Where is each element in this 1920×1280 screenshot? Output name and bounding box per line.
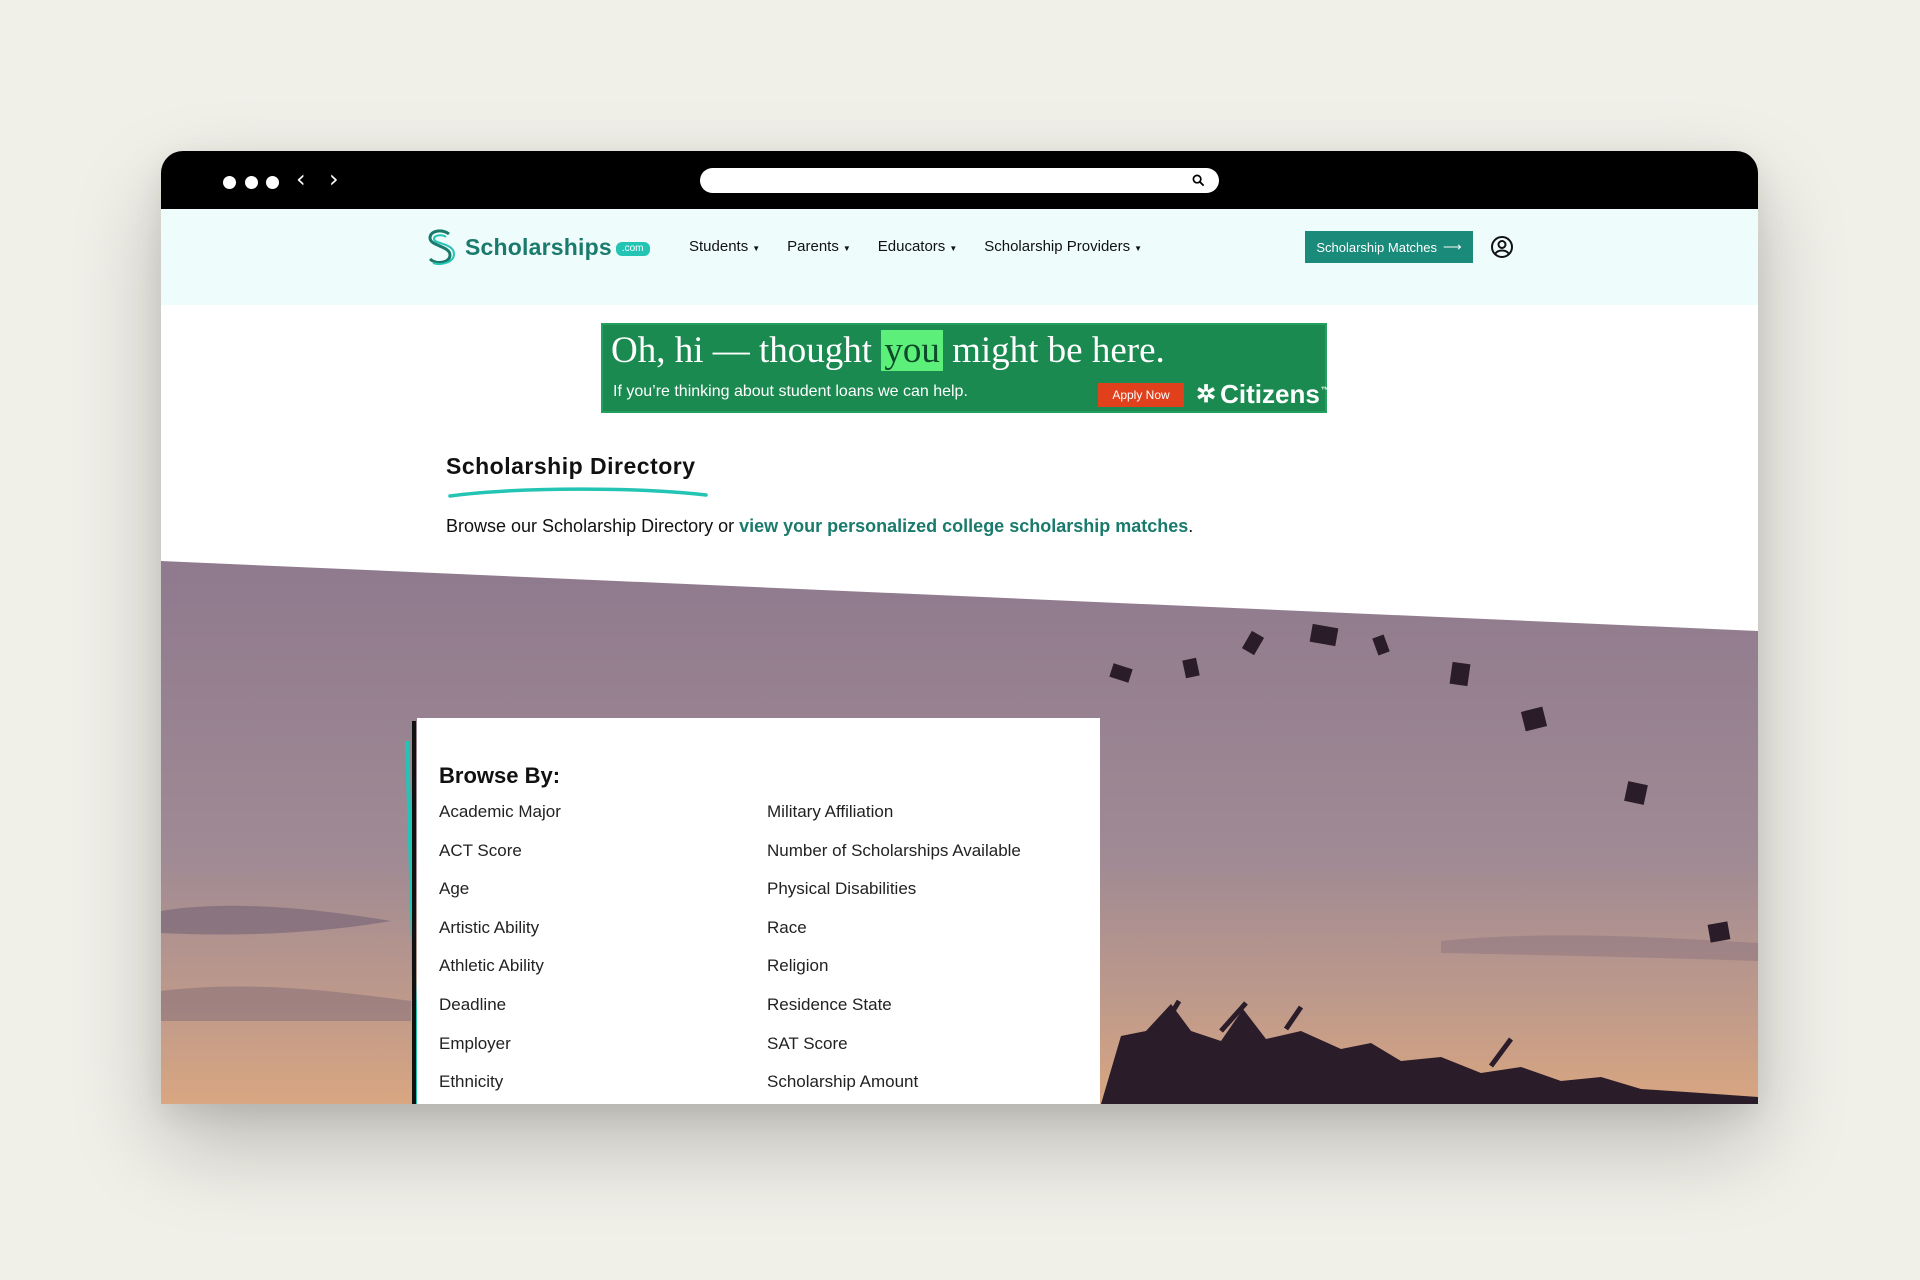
browse-link-religion[interactable]: Religion [767,956,1021,995]
logo-wordmark: Scholarships [465,233,612,260]
nav-educators[interactable]: Educators ▼ [878,238,957,255]
browse-link-military-affiliation[interactable]: Military Affiliation [767,802,1021,841]
nav-parents[interactable]: Parents ▼ [787,238,851,255]
window-dot[interactable] [266,176,279,189]
nav-label: Scholarship Providers [984,238,1131,255]
browse-column-left: Academic Major ACT Score Age Artistic Ab… [439,802,561,1104]
browse-link-employer[interactable]: Employer [439,1034,561,1073]
ad-headline-highlight: you [881,330,943,371]
button-label: Scholarship Matches [1316,239,1438,255]
logo-suffix: .com [615,242,650,256]
nav-scholarship-providers[interactable]: Scholarship Providers ▼ [984,238,1142,255]
directory-intro: Browse our Scholarship Directory or view… [446,516,1193,537]
personalized-matches-link[interactable]: view your personalized college scholarsh… [739,516,1188,536]
citizens-logo: ✲ Citizens ™ [1196,379,1330,410]
ad-headline: Oh, hi — thought you might be here. [611,329,1165,372]
browse-link-scholarship-amount[interactable]: Scholarship Amount [767,1072,1021,1104]
caret-down-icon: ▼ [842,243,851,253]
title-underline [448,487,708,498]
browse-link-act-score[interactable]: ACT Score [439,841,561,880]
page-title: Scholarship Directory [446,453,696,479]
browser-window: ‹ › Scholarships .com Students ▼ Parents ▼ [161,151,1758,1104]
citizens-ad-banner[interactable]: Oh, hi — thought you might be here. If y… [601,323,1330,413]
ad-headline-end: might be here. [952,330,1165,371]
main-nav: Students ▼ Parents ▼ Educators ▼ Scholarshi… [689,238,1169,255]
intro-text: Browse our Scholarship Directory or [446,516,740,536]
nav-label: Students [689,238,749,255]
browse-link-age[interactable]: Age [439,879,561,918]
ad-brand-tm: ™ [1320,385,1330,395]
arrow-right-icon: ⟶ [1443,239,1462,254]
logo-s-icon [428,229,455,265]
address-bar[interactable] [700,168,1219,193]
nav-label: Parents [787,238,839,255]
browse-by-card: Browse By: Academic Major ACT Score Age … [417,718,1100,1104]
caret-down-icon: ▼ [752,243,761,253]
browser-chrome: ‹ › [161,151,1758,209]
window-dot[interactable] [223,176,236,189]
browse-link-race[interactable]: Race [767,918,1021,957]
ad-apply-now-button[interactable]: Apply Now [1098,383,1184,407]
intro-end: . [1188,516,1194,536]
ad-brand-name: Citizens [1220,379,1320,409]
user-account-icon[interactable] [1490,235,1514,259]
ad-subtext: If you’re thinking about student loans w… [613,383,968,400]
browse-link-sat-score[interactable]: SAT Score [767,1034,1021,1073]
caret-down-icon: ▼ [949,243,958,253]
back-arrow-icon[interactable]: ‹ [296,162,306,196]
nav-students[interactable]: Students ▼ [689,238,760,255]
window-dot[interactable] [245,176,258,189]
site-header: Scholarships .com Students ▼ Parents ▼ Edu… [161,209,1758,305]
browse-by-title: Browse By: [439,763,561,788]
browse-link-residence-state[interactable]: Residence State [767,995,1021,1034]
ad-headline-start: Oh, hi — thought [611,330,873,371]
browse-link-deadline[interactable]: Deadline [439,995,561,1034]
browse-link-physical-disabilities[interactable]: Physical Disabilities [767,879,1021,918]
browse-link-academic-major[interactable]: Academic Major [439,802,561,841]
browse-link-artistic-ability[interactable]: Artistic Ability [439,918,561,957]
site-logo[interactable]: Scholarships .com [425,227,650,267]
search-icon[interactable] [1192,174,1205,187]
forward-arrow-icon[interactable]: › [329,162,339,196]
scholarship-matches-button[interactable]: Scholarship Matches ⟶ [1305,231,1473,263]
nav-label: Educators [877,238,946,255]
browse-column-right: Military Affiliation Number of Scholarsh… [767,802,1021,1104]
caret-down-icon: ▼ [1134,243,1143,253]
browse-link-number-of-scholarships[interactable]: Number of Scholarships Available [767,841,1021,880]
browse-link-athletic-ability[interactable]: Athletic Ability [439,956,561,995]
citizens-mark-icon: ✲ [1196,381,1217,408]
browse-link-ethnicity[interactable]: Ethnicity [439,1072,561,1104]
